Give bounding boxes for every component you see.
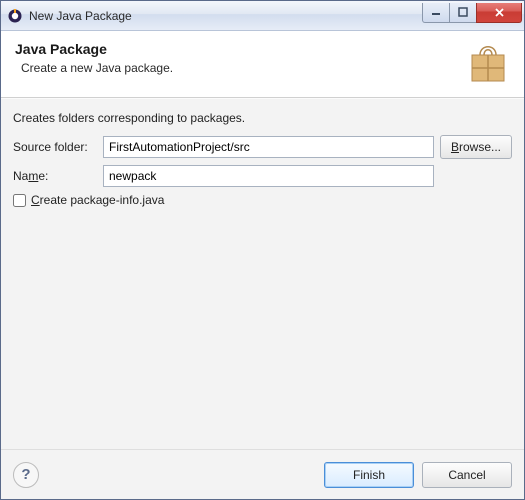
source-folder-row: Source folder: Browse... [13,135,512,159]
titlebar[interactable]: New Java Package [1,1,524,31]
browse-button[interactable]: Browse... [440,135,512,159]
create-package-info-row: Create package-info.java [13,193,512,207]
window-controls [423,3,522,23]
name-label: Name: [13,169,103,183]
form-area: Creates folders corresponding to package… [1,98,524,449]
source-folder-input[interactable] [103,136,434,158]
help-icon: ? [21,466,30,483]
create-package-info-checkbox[interactable] [13,194,26,207]
browse-underline: B [451,140,459,154]
package-icon [466,41,510,85]
help-button[interactable]: ? [13,462,39,488]
button-bar: ? Finish Cancel [1,449,524,499]
close-button[interactable] [476,3,522,23]
banner-description: Create a new Java package. [21,61,466,75]
create-package-info-label[interactable]: Create package-info.java [31,193,164,207]
app-icon [7,8,23,24]
checkbox-post: reate package-info.java [40,193,165,207]
source-folder-label: Source folder: [13,140,103,154]
name-row: Name: [13,165,512,187]
name-input[interactable] [103,165,434,187]
dialog-window: New Java Package Java Package Create a n… [0,0,525,500]
banner-title: Java Package [15,41,466,57]
cancel-button[interactable]: Cancel [422,462,512,488]
form-intro: Creates folders corresponding to package… [13,111,512,125]
browse-rest: rowse... [459,140,501,154]
name-label-pre: Na [13,169,28,183]
minimize-button[interactable] [422,3,450,23]
window-title: New Java Package [29,9,423,23]
checkbox-ul: C [31,193,40,207]
maximize-button[interactable] [449,3,477,23]
name-label-ul: m [28,169,38,183]
finish-button[interactable]: Finish [324,462,414,488]
banner: Java Package Create a new Java package. [1,31,524,98]
banner-text: Java Package Create a new Java package. [15,41,466,75]
name-label-post: e: [38,169,48,183]
